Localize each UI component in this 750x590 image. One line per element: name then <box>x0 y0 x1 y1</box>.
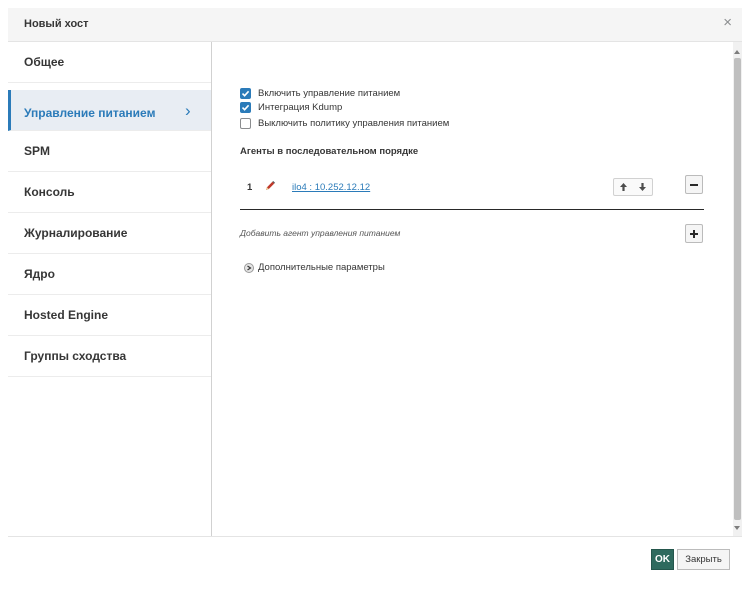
add-agent-label: Добавить агент управления питанием <box>240 228 401 238</box>
checkbox-checked-icon[interactable] <box>240 87 251 99</box>
agent-order-controls <box>613 178 653 196</box>
close-button[interactable]: Закрыть <box>677 549 730 570</box>
arrow-up-icon[interactable] <box>614 179 633 195</box>
sidebar-item-label: SPM <box>24 144 51 158</box>
checkbox-label: Интеграция Kdump <box>258 101 343 113</box>
agents-section-title: Агенты в последовательном порядке <box>240 146 419 157</box>
chevron-right-circle-icon <box>244 262 254 273</box>
power-management-panel: Включить управление питанием Интеграция … <box>213 42 733 536</box>
scroll-up-icon[interactable] <box>734 50 740 54</box>
dialog-header: Новый хост × <box>8 8 742 42</box>
agents-divider <box>240 209 704 210</box>
plus-icon <box>690 229 698 238</box>
agent-link[interactable]: ilo4 : 10.252.12.12 <box>292 182 370 193</box>
advanced-parameters-label: Дополнительные параметры <box>258 262 385 273</box>
advanced-parameters-toggle[interactable]: Дополнительные параметры <box>244 262 385 273</box>
sidebar-item-general[interactable]: Общее <box>8 42 211 83</box>
sidebar-item-spm[interactable]: SPM <box>8 131 211 172</box>
content-scrollbar[interactable] <box>733 42 742 536</box>
ok-button[interactable]: OK <box>651 549 674 570</box>
sidebar-item-label: Общее <box>24 55 65 69</box>
enable-power-management-checkbox[interactable]: Включить управление питанием <box>240 86 400 100</box>
minus-icon <box>690 183 698 186</box>
kdump-integration-checkbox[interactable]: Интеграция Kdump <box>240 100 342 114</box>
agent-order-number: 1 <box>247 182 253 193</box>
sidebar-item-label: Управление питанием <box>24 106 156 120</box>
sidebar-item-label: Журналирование <box>24 226 128 240</box>
add-agent-button[interactable] <box>685 224 703 243</box>
sidebar-item-console[interactable]: Консоль <box>8 172 211 213</box>
sidebar-item-label: Консоль <box>24 185 75 199</box>
remove-agent-button[interactable] <box>685 175 703 194</box>
chevron-right-icon: › <box>185 101 191 120</box>
sidebar-item-hosted-engine[interactable]: Hosted Engine <box>8 295 211 336</box>
sidebar-item-power-management[interactable]: Управление питанием › <box>8 90 211 131</box>
dialog-footer: OK Закрыть <box>8 536 742 582</box>
new-host-dialog: Новый хост × Общее Управление питанием ›… <box>8 8 742 582</box>
scroll-thumb[interactable] <box>734 58 741 520</box>
scroll-down-icon[interactable] <box>734 526 740 530</box>
sidebar-item-label: Ядро <box>24 267 55 281</box>
checkbox-unchecked-icon[interactable] <box>240 117 251 129</box>
sidebar-item-label: Группы сходства <box>24 349 127 363</box>
checkbox-checked-icon[interactable] <box>240 101 251 113</box>
sidebar-nav: Общее Управление питанием › SPM Консоль … <box>8 42 212 536</box>
dialog-title: Новый хост <box>24 18 89 30</box>
disable-power-policy-checkbox[interactable]: Выключить политику управления питанием <box>240 116 449 130</box>
sidebar-item-logging[interactable]: Журналирование <box>8 213 211 254</box>
pencil-icon[interactable] <box>264 179 276 191</box>
sidebar-item-affinity-groups[interactable]: Группы сходства <box>8 336 211 377</box>
sidebar-item-label: Hosted Engine <box>24 308 109 322</box>
close-icon[interactable]: × <box>723 14 732 32</box>
sidebar-item-kernel[interactable]: Ядро <box>8 254 211 295</box>
checkbox-label: Выключить политику управления питанием <box>258 117 450 129</box>
checkbox-label: Включить управление питанием <box>258 87 401 99</box>
arrow-down-icon[interactable] <box>633 179 652 195</box>
